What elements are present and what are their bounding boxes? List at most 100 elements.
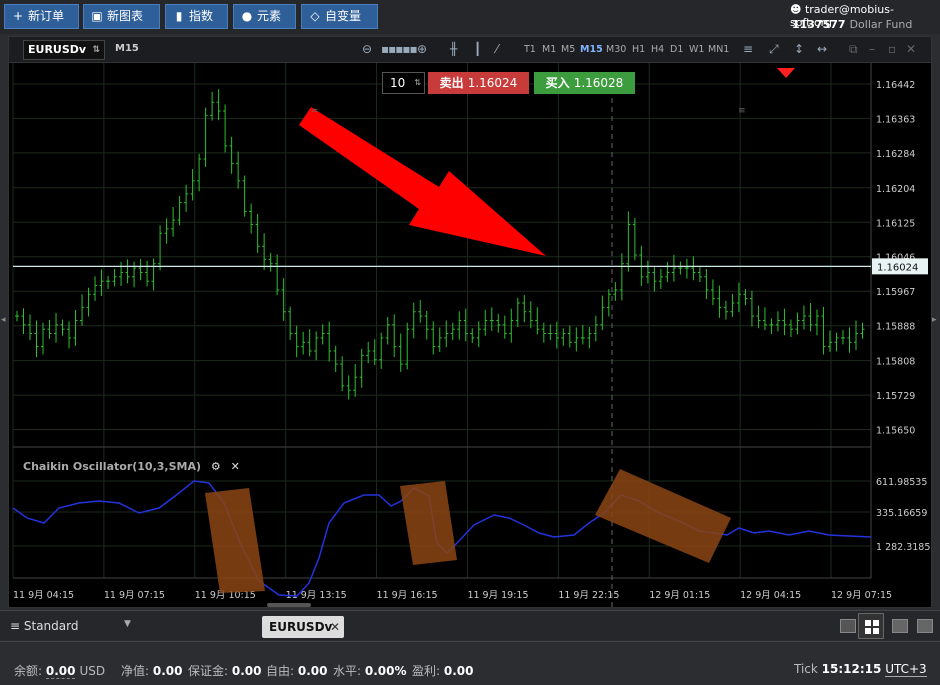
candlestick-icon[interactable]: ┃: [474, 42, 481, 56]
chevron-down-icon[interactable]: ▼: [124, 619, 131, 629]
diamond-icon: ◇: [310, 9, 320, 23]
chart-window-icon: ▣: [91, 9, 103, 23]
time-tick-label: 12 9月 07:15: [831, 590, 892, 601]
horizontal-line-icon[interactable]: ↔: [817, 42, 827, 56]
price-tick-label: 1.15808: [876, 357, 915, 368]
maximize-icon[interactable]: ▫: [888, 42, 896, 56]
variables-button[interactable]: ◇ 自变量: [301, 4, 378, 29]
price-tick-label: 1.15650: [876, 426, 915, 437]
trendline-icon[interactable]: ⤢: [769, 42, 779, 57]
zoom-level-icon: ▪▪▪▪▪: [381, 42, 418, 56]
elements-button[interactable]: ● 元素: [233, 4, 296, 29]
price-axis: 1.16442 1.16363 1.16284 1.16204 1.16125 1.160…: [872, 80, 928, 437]
zoom-out-icon[interactable]: ⊖: [362, 42, 372, 56]
status-bar: 余额: 0.00 USD 净值: 0.00 保证金: 0.00 自由: 0.00 …: [0, 641, 940, 685]
balance-value: 0.00: [45, 664, 76, 679]
bars-icon: ▮: [175, 9, 183, 23]
tf-M15[interactable]: M15: [580, 44, 603, 55]
profit-value: 0.00: [443, 664, 474, 678]
profile-selector[interactable]: ≡ Standard: [10, 619, 78, 633]
close-tab-icon[interactable]: ✕: [330, 616, 340, 638]
tf-W1[interactable]: W1: [689, 44, 704, 55]
price-chart[interactable]: 1.16442 1.16363 1.16284 1.16204 1.16125 1.160…: [9, 63, 931, 607]
tf-D1[interactable]: D1: [670, 44, 683, 55]
time-tick-label: 11 9月 22:15: [558, 590, 619, 601]
buy-price: 1.16028: [573, 76, 624, 90]
tf-H1[interactable]: H1: [632, 44, 645, 55]
drawing-tools-icon[interactable]: ≡: [743, 42, 753, 56]
tf-T1[interactable]: T1: [524, 44, 536, 55]
layout-single-icon[interactable]: [840, 619, 856, 633]
sell-price: 1.16024: [467, 76, 518, 90]
close-indicator-icon[interactable]: ✕: [231, 460, 240, 473]
user-icon: ☻: [790, 3, 802, 16]
margin-value: 0.00: [231, 664, 262, 678]
symbol-selector[interactable]: EURUSDv ⇅: [23, 40, 105, 60]
close-icon[interactable]: ✕: [906, 42, 916, 56]
quantity-stepper[interactable]: 10 ⇅: [382, 72, 425, 94]
stepper-arrows-icon[interactable]: ⇅: [414, 73, 421, 93]
price-tick-label: 1.15888: [876, 322, 915, 333]
chart-tab[interactable]: EURUSDv ✕: [262, 616, 344, 638]
margin-level-value: 0.00%: [364, 664, 407, 678]
chart-toolbar: EURUSDv ⇅ M15 ⊖ ▪▪▪▪▪ ⊕ ╫ ┃ ⁄ T1 M1 M5 M1…: [9, 37, 931, 63]
layout-rows-icon[interactable]: [917, 619, 933, 633]
tf-MN1[interactable]: MN1: [708, 44, 729, 55]
plus-icon: +: [12, 9, 24, 23]
equity-value: 0.00: [152, 664, 183, 678]
marker-triangle-icon: [777, 68, 795, 78]
account-id: 1137577: [792, 18, 846, 31]
account-info[interactable]: ☻ trader@mobius-soft.org 1137577 Dollar F…: [790, 2, 938, 32]
osc-level-label: 611.98535: [876, 477, 927, 488]
time-tick-label: 12 9月 01:15: [649, 590, 710, 601]
price-tick-label: 1.16363: [876, 114, 915, 125]
timeframe-label: M15: [115, 43, 139, 54]
bar-chart-icon[interactable]: ╫: [450, 42, 457, 56]
minimize-icon[interactable]: –: [869, 42, 875, 56]
chart-window: EURUSDv ⇅ M15 ⊖ ▪▪▪▪▪ ⊕ ╫ ┃ ⁄ T1 M1 M5 M1…: [8, 36, 932, 608]
tf-M1[interactable]: M1: [542, 44, 556, 55]
sell-button[interactable]: 卖出 1.16024: [428, 72, 529, 94]
candles: [13, 89, 871, 400]
popout-icon[interactable]: ⧉: [849, 42, 858, 57]
indicators-button[interactable]: ▮ 指数: [165, 4, 228, 29]
time-tick-label: 11 9月 07:15: [104, 590, 165, 601]
current-price-label: 1.16024: [877, 262, 918, 273]
vertical-line-icon[interactable]: ↕: [794, 42, 804, 56]
time-tick-label: 11 9月 19:15: [467, 590, 528, 601]
oscillator-label: Chaikin Oscillator(10,3,SMA) ⚙ ✕: [23, 460, 240, 473]
collapse-left-icon[interactable]: ◂: [1, 315, 6, 325]
drag-handle-icon[interactable]: ≡: [738, 106, 746, 116]
free-margin-value: 0.00: [297, 664, 328, 678]
drag-handle-icon[interactable]: =: [311, 106, 319, 116]
shapes-icon: ●: [241, 9, 253, 23]
time-tick-label: 11 9月 16:15: [377, 590, 438, 601]
dropdown-arrows-icon: ⇅: [92, 45, 100, 55]
gear-icon[interactable]: ⚙: [211, 460, 221, 473]
server-time: 15:12:15: [821, 662, 882, 676]
line-chart-icon[interactable]: ⁄: [496, 42, 498, 56]
tf-M30[interactable]: M30: [606, 44, 626, 55]
layout-columns-icon[interactable]: [892, 619, 908, 633]
price-tick-label: 1.15967: [876, 287, 915, 298]
main-toolbar: + 新订单 ▣ 新图表 ▮ 指数 ● 元素 ◇ 自变量 ☻ trader@mobius-s…: [0, 0, 940, 34]
new-order-button[interactable]: + 新订单: [4, 4, 79, 29]
tf-M5[interactable]: M5: [561, 44, 575, 55]
price-tick-label: 1.15729: [876, 391, 915, 402]
time-tick-label: 11 9月 04:15: [13, 590, 74, 601]
timezone-selector[interactable]: UTC+3: [885, 662, 927, 677]
tf-H4[interactable]: H4: [651, 44, 664, 55]
collapse-right-icon[interactable]: ▸: [932, 315, 937, 325]
time-tick-label: 12 9月 04:15: [740, 590, 801, 601]
osc-level-label: 1 282.3185: [876, 542, 930, 553]
zoom-in-icon[interactable]: ⊕: [417, 42, 427, 56]
account-fund: Dollar Fund: [849, 18, 913, 31]
new-chart-button[interactable]: ▣ 新图表: [83, 4, 160, 29]
price-tick-label: 1.16125: [876, 218, 915, 229]
annotation-arrow[interactable]: [299, 107, 546, 256]
price-tick-label: 1.16204: [876, 184, 915, 195]
pane-resize-handle[interactable]: [267, 603, 311, 607]
buy-button[interactable]: 买入 1.16028: [534, 72, 635, 94]
layout-grid-icon[interactable]: [858, 613, 884, 639]
price-tick-label: 1.16284: [876, 149, 915, 160]
